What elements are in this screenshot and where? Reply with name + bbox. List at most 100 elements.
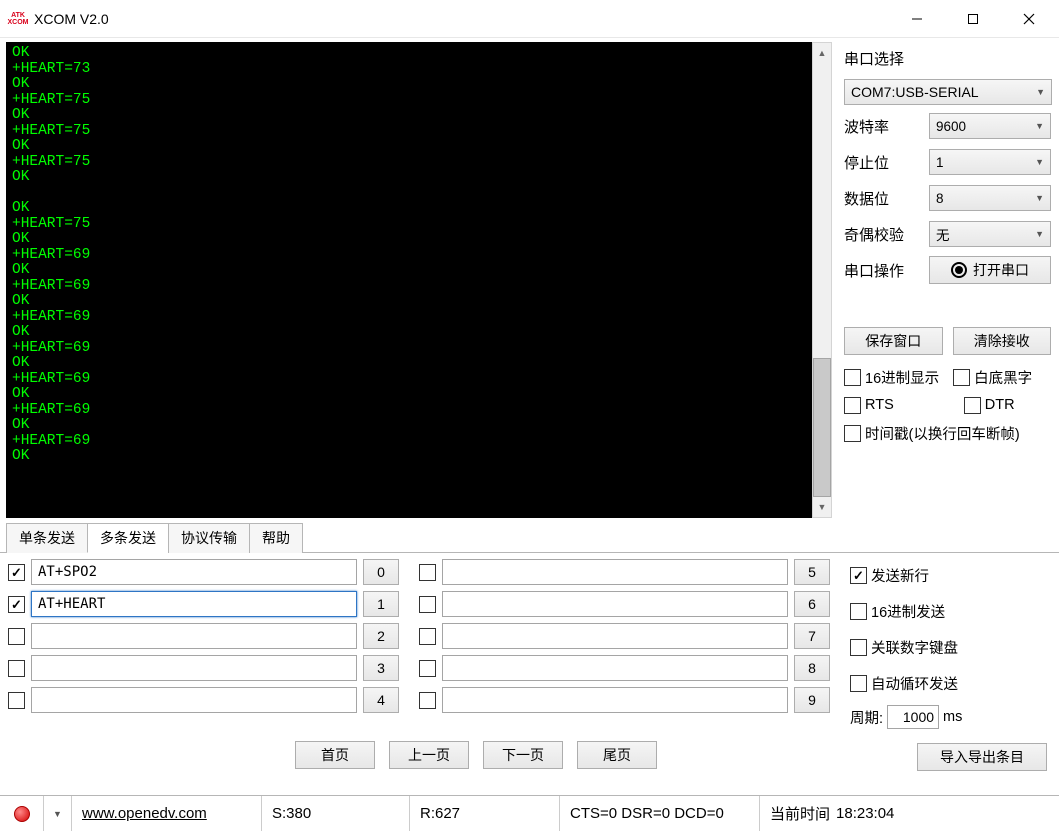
send-column-left: 0 1 2 3 4: [8, 559, 399, 729]
baud-combo[interactable]: 9600▼: [929, 113, 1051, 139]
send-slot-button[interactable]: 2: [363, 623, 399, 649]
tab-protocol[interactable]: 协议传输: [168, 523, 250, 553]
send-row-checkbox[interactable]: [419, 628, 436, 645]
send-row-checkbox[interactable]: [8, 628, 25, 645]
tab-single-send[interactable]: 单条发送: [6, 523, 88, 553]
hex-send-label: 16进制发送: [871, 601, 945, 622]
send-newline-label: 发送新行: [871, 565, 929, 586]
app-logo: ATK XCOM: [6, 7, 30, 31]
serial-op-label: 串口操作: [844, 260, 904, 281]
chevron-down-icon: ▼: [1035, 121, 1044, 131]
received-bytes-label: R:627: [420, 805, 460, 822]
dtr-label: DTR: [985, 397, 1015, 413]
databits-label: 数据位: [844, 188, 889, 209]
import-export-button[interactable]: 导入导出条目: [917, 743, 1047, 771]
databits-combo[interactable]: 8▼: [929, 185, 1051, 211]
send-row: 3: [8, 655, 399, 681]
stopbits-combo[interactable]: 1▼: [929, 149, 1051, 175]
send-command-input[interactable]: [31, 559, 357, 585]
tab-multi-send[interactable]: 多条发送: [87, 523, 169, 553]
send-row-checkbox[interactable]: [8, 692, 25, 709]
last-page-button[interactable]: 尾页: [577, 741, 657, 769]
send-command-input[interactable]: [442, 655, 788, 681]
send-command-input[interactable]: [442, 559, 788, 585]
chevron-down-icon: ▼: [1035, 157, 1044, 167]
send-command-input[interactable]: [31, 591, 357, 617]
send-command-input[interactable]: [442, 591, 788, 617]
send-row-checkbox[interactable]: [8, 564, 25, 581]
rts-checkbox[interactable]: [844, 397, 861, 414]
send-slot-button[interactable]: 5: [794, 559, 830, 585]
auto-loop-checkbox[interactable]: [850, 675, 867, 692]
send-row-checkbox[interactable]: [419, 692, 436, 709]
send-row-checkbox[interactable]: [419, 564, 436, 581]
send-command-input[interactable]: [31, 623, 357, 649]
record-status-icon[interactable]: [14, 806, 30, 822]
send-command-input[interactable]: [31, 655, 357, 681]
send-newline-checkbox[interactable]: [850, 567, 867, 584]
status-menu-icon[interactable]: ▼: [53, 809, 62, 819]
signal-status-label: CTS=0 DSR=0 DCD=0: [570, 805, 724, 822]
send-tabs: 单条发送 多条发送 协议传输 帮助: [0, 522, 1059, 553]
hex-send-checkbox[interactable]: [850, 603, 867, 620]
sent-bytes-label: S:380: [272, 805, 311, 822]
send-row-checkbox[interactable]: [8, 660, 25, 677]
timestamp-checkbox[interactable]: [844, 425, 861, 442]
hex-display-checkbox[interactable]: [844, 369, 861, 386]
send-row: 4: [8, 687, 399, 713]
send-row-checkbox[interactable]: [419, 596, 436, 613]
scroll-down-icon[interactable]: ▼: [813, 497, 831, 517]
send-command-input[interactable]: [442, 687, 788, 713]
serial-console[interactable]: OK +HEART=73 OK +HEART=75 OK +HEART=75 O…: [6, 42, 812, 518]
vendor-url-link[interactable]: www.openedv.com: [82, 805, 207, 822]
current-time-value: 18:23:04: [836, 805, 894, 822]
send-row-checkbox[interactable]: [419, 660, 436, 677]
stopbits-label: 停止位: [844, 152, 889, 173]
parity-combo[interactable]: 无▼: [929, 221, 1051, 247]
send-row: 7: [419, 623, 830, 649]
hex-display-label: 16进制显示: [865, 367, 939, 388]
numpad-label: 关联数字键盘: [871, 637, 958, 658]
parity-label: 奇偶校验: [844, 224, 904, 245]
dtr-checkbox[interactable]: [964, 397, 981, 414]
send-slot-button[interactable]: 1: [363, 591, 399, 617]
open-serial-button[interactable]: 打开串口: [929, 256, 1051, 284]
send-slot-button[interactable]: 8: [794, 655, 830, 681]
status-bar: ▼ www.openedv.com S:380 R:627 CTS=0 DSR=…: [0, 795, 1059, 831]
rts-label: RTS: [865, 397, 894, 413]
white-bg-checkbox[interactable]: [953, 369, 970, 386]
send-slot-button[interactable]: 6: [794, 591, 830, 617]
port-combo[interactable]: COM7:USB-SERIAL ▼: [844, 79, 1052, 105]
send-slot-button[interactable]: 3: [363, 655, 399, 681]
save-window-button[interactable]: 保存窗口: [844, 327, 943, 355]
prev-page-button[interactable]: 上一页: [389, 741, 469, 769]
send-slot-button[interactable]: 9: [794, 687, 830, 713]
scroll-thumb[interactable]: [813, 358, 831, 497]
send-slot-button[interactable]: 4: [363, 687, 399, 713]
chevron-down-icon: ▼: [1036, 87, 1045, 97]
period-unit-label: ms: [943, 709, 962, 725]
send-command-input[interactable]: [31, 687, 357, 713]
send-slot-button[interactable]: 0: [363, 559, 399, 585]
numpad-checkbox[interactable]: [850, 639, 867, 656]
send-row-checkbox[interactable]: [8, 596, 25, 613]
tab-help[interactable]: 帮助: [249, 523, 303, 553]
minimize-button[interactable]: [889, 1, 945, 37]
period-input[interactable]: [887, 705, 939, 729]
serial-settings-panel: 串口选择 COM7:USB-SERIAL ▼ 波特率 9600▼ 停止位 1▼ …: [834, 38, 1059, 520]
chevron-down-icon: ▼: [1035, 193, 1044, 203]
maximize-button[interactable]: [945, 1, 1001, 37]
close-button[interactable]: [1001, 1, 1057, 37]
send-row: 0: [8, 559, 399, 585]
send-command-input[interactable]: [442, 623, 788, 649]
baud-label: 波特率: [844, 116, 889, 137]
next-page-button[interactable]: 下一页: [483, 741, 563, 769]
send-slot-button[interactable]: 7: [794, 623, 830, 649]
first-page-button[interactable]: 首页: [295, 741, 375, 769]
auto-loop-label: 自动循环发送: [871, 673, 958, 694]
send-row: 2: [8, 623, 399, 649]
clear-receive-button[interactable]: 清除接收: [953, 327, 1052, 355]
console-scrollbar[interactable]: ▲ ▼: [812, 42, 832, 518]
scroll-up-icon[interactable]: ▲: [813, 43, 831, 63]
send-row: 8: [419, 655, 830, 681]
